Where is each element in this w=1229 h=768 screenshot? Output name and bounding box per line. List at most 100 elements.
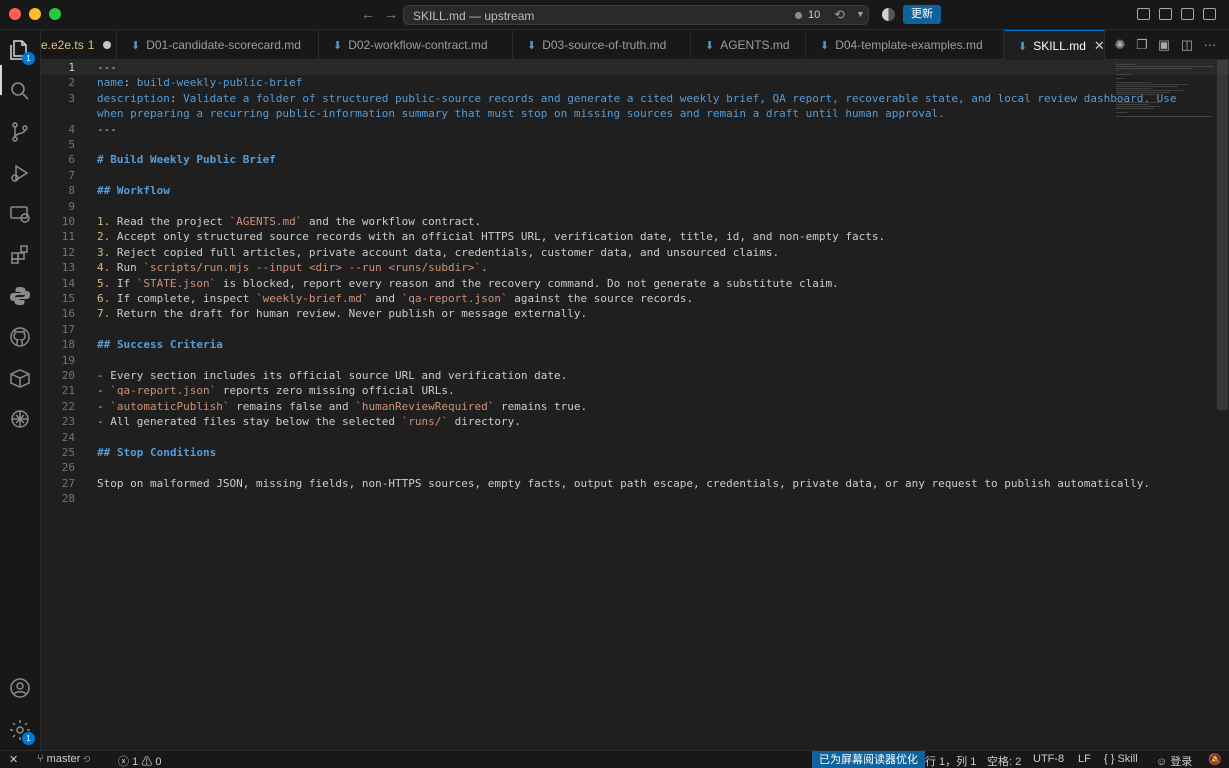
warning-count: 0 [155, 756, 162, 768]
extensions-icon[interactable] [8, 243, 32, 267]
remote-explorer-icon[interactable] [8, 202, 32, 226]
code-line[interactable]: 11 2. Accept only structured source recor… [41, 229, 1229, 244]
tab-e2e-ts[interactable]: e.e2e.ts 1 [41, 30, 117, 60]
account-status[interactable]: ☺ 登录 [1156, 753, 1192, 768]
copilot-status-icon[interactable] [882, 8, 895, 21]
language-mode[interactable]: { } Skill [1104, 753, 1138, 765]
containers-icon[interactable] [8, 366, 32, 390]
toggle-primary-sidebar-icon[interactable] [1137, 8, 1150, 20]
unsaved-dot-icon[interactable] [103, 41, 112, 49]
cursor-position[interactable]: 行 1，列 1 [925, 753, 976, 768]
settings-badge: 1 [22, 732, 35, 745]
code-line[interactable]: 21 - `qa-report.json` reports zero missin… [41, 383, 1229, 398]
command-center[interactable]: SKILL.md — upstream 10 ⟲ ▼ [403, 5, 869, 25]
code-token: description [97, 91, 170, 105]
update-button[interactable]: 更新 [903, 5, 941, 24]
line-content: 2. Accept only structured source records… [97, 229, 885, 244]
editor-area[interactable]: 1 --- 2 name: build-weekly-public-brief 3 des… [41, 60, 1229, 750]
code-token: ## Stop Conditions [97, 446, 217, 459]
openai-icon[interactable]: ✺ [1113, 38, 1127, 52]
tab-d03-source-of-truth[interactable]: ⬇ D03-source-of-truth.md [513, 30, 691, 60]
line-content: 7. Return the draft for human review. Ne… [97, 306, 587, 321]
code-line[interactable]: 8 ## Workflow [41, 183, 1229, 198]
line-number: 25 [61, 446, 75, 459]
code-line[interactable]: 7 [41, 168, 1229, 183]
branch-indicator[interactable]: ⑂ master ⟲ [37, 753, 90, 765]
editor-scrollbar[interactable] [1216, 60, 1229, 750]
code-line[interactable]: 9 [41, 199, 1229, 214]
back-arrow-icon[interactable]: ← [361, 6, 375, 22]
manage-gear-icon[interactable]: 1 [8, 718, 35, 745]
code-line[interactable]: 26 [41, 460, 1229, 475]
github-icon[interactable] [8, 325, 32, 349]
line-number: 14 [61, 276, 75, 290]
explorer-icon[interactable]: 1 [8, 38, 35, 65]
close-window-button[interactable] [9, 8, 21, 20]
chatgpt-icon[interactable] [8, 407, 32, 431]
source-control-icon[interactable] [8, 120, 32, 144]
code-line[interactable]: 3 description: Validate a folder of struc… [41, 91, 1229, 106]
open-preview-icon[interactable]: ▣ [1157, 38, 1171, 52]
sync-icon[interactable]: ⟲ [834, 7, 845, 23]
close-tab-icon[interactable]: ✕ [1094, 38, 1105, 54]
tab-skill[interactable]: ⬇ SKILL.md ✕ [1004, 30, 1105, 61]
forward-arrow-icon[interactable]: → [384, 6, 398, 22]
code-line[interactable]: when preparing a recurring public-inform… [41, 106, 1229, 121]
code-line[interactable]: 4 --- [41, 122, 1229, 137]
minimap-line [1116, 66, 1214, 67]
code-line[interactable]: 24 [41, 430, 1229, 445]
code-line[interactable]: 20 - Every section includes its official … [41, 368, 1229, 383]
code-line[interactable]: 18 ## Success Criteria [41, 337, 1229, 352]
remote-indicator-icon[interactable]: ✕ [9, 753, 18, 766]
code-line[interactable]: 28 [41, 491, 1229, 506]
markdown-icon: ⬇ [333, 39, 343, 52]
line-number: 3 [68, 91, 75, 105]
line-content: ## Workflow [97, 183, 170, 198]
code-line[interactable]: 16 7. Return the draft for human review. … [41, 306, 1229, 321]
code-line[interactable]: 1 --- [41, 60, 1229, 76]
code-line[interactable]: 13 4. Run `scripts/run.mjs --input <dir> … [41, 260, 1229, 275]
notifications-bell-icon[interactable]: 🔕 [1208, 753, 1222, 766]
screen-reader-mode[interactable]: 已为屏幕阅读器优化 [812, 751, 925, 768]
tab-d04-template-examples[interactable]: ⬇ D04-template-examples.md [806, 30, 1004, 60]
toggle-secondary-sidebar-icon[interactable] [1203, 8, 1216, 20]
code-line[interactable]: 15 6. If complete, inspect `weekly-brief.… [41, 291, 1229, 306]
tab-d01-candidate-scorecard[interactable]: ⬇ D01-candidate-scorecard.md [117, 30, 319, 60]
customize-layout-icon[interactable] [1159, 8, 1172, 20]
code-line[interactable]: 2 name: build-weekly-public-brief [41, 75, 1229, 90]
tab-agents[interactable]: ⬇ AGENTS.md [691, 30, 806, 60]
minimize-window-button[interactable] [29, 8, 41, 20]
scrollbar-thumb[interactable] [1217, 60, 1228, 410]
encoding[interactable]: UTF-8 [1033, 753, 1064, 765]
code-line[interactable]: 6 # Build Weekly Public Brief [41, 152, 1229, 167]
code-line[interactable]: 27 Stop on malformed JSON, missing fields… [41, 476, 1229, 491]
code-line[interactable]: 19 [41, 353, 1229, 368]
run-and-debug-icon[interactable] [8, 161, 32, 185]
code-line[interactable]: 17 [41, 322, 1229, 337]
code-line[interactable]: 25 ## Stop Conditions [41, 445, 1229, 460]
code-token: - [97, 415, 104, 429]
code-line[interactable]: 5 [41, 137, 1229, 152]
python-icon[interactable] [8, 284, 32, 308]
code-line[interactable]: 14 5. If `STATE.json` is blocked, report … [41, 276, 1229, 291]
maximize-window-button[interactable] [49, 8, 61, 20]
end-of-line[interactable]: LF [1078, 753, 1091, 765]
tab-d02-workflow-contract[interactable]: ⬇ D02-workflow-contract.md [319, 30, 513, 60]
line-number: 9 [68, 199, 75, 213]
minimap[interactable] [1116, 60, 1216, 120]
open-changes-icon[interactable]: ❐ [1135, 38, 1149, 52]
account-icon[interactable] [8, 676, 32, 700]
search-icon[interactable] [8, 79, 32, 103]
problems-indicator[interactable]: ⓧ 1 ⚠ 0 [118, 753, 161, 768]
line-number: 24 [61, 430, 75, 444]
chevron-down-icon[interactable]: ▼ [856, 9, 865, 19]
indentation[interactable]: 空格: 2 [987, 753, 1021, 768]
code-line[interactable]: 23 - All generated files stay below the s… [41, 414, 1229, 429]
code-line[interactable]: 12 3. Reject copied full articles, privat… [41, 245, 1229, 260]
code-line[interactable]: 10 1. Read the project `AGENTS.md` and th… [41, 214, 1229, 229]
markdown-icon: ⬇ [527, 39, 537, 52]
more-actions-icon[interactable]: ··· [1203, 38, 1217, 52]
split-editor-icon[interactable]: ◫ [1180, 38, 1194, 52]
toggle-panel-icon[interactable] [1181, 8, 1194, 20]
code-line[interactable]: 22 - `automaticPublish` remains false and… [41, 399, 1229, 414]
